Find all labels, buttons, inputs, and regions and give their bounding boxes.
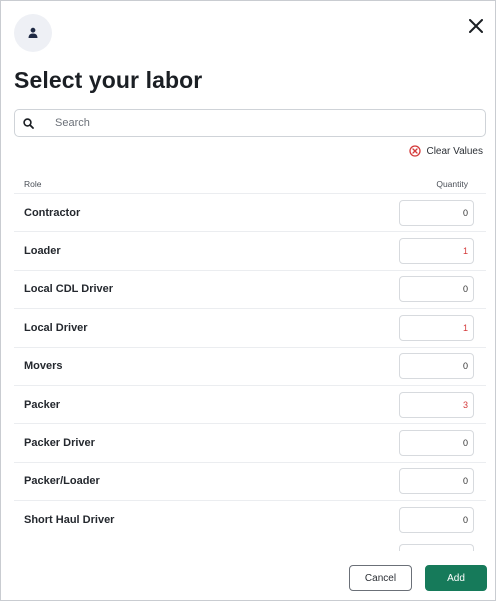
role-label: Loader: [24, 245, 61, 258]
role-label: Short Haul Driver: [24, 513, 115, 526]
quantity-input[interactable]: [399, 276, 474, 303]
table-row: Local Driver: [14, 308, 486, 346]
search-input[interactable]: [53, 116, 457, 130]
quantity-input[interactable]: [399, 353, 474, 380]
close-button[interactable]: [465, 15, 487, 37]
search-icon: [23, 117, 41, 129]
clear-values-label[interactable]: Clear Values: [426, 146, 483, 157]
quantity-input[interactable]: [399, 391, 474, 418]
table-row: Packer: [14, 384, 486, 423]
table-row: Movers: [14, 346, 486, 385]
search-box[interactable]: [14, 109, 486, 137]
quantity-input[interactable]: [399, 314, 474, 341]
table-row: Short Haul Driver: [14, 500, 486, 538]
add-button[interactable]: Add: [425, 565, 487, 591]
clear-circle-icon[interactable]: [409, 145, 422, 157]
cancel-button[interactable]: Cancel: [349, 565, 412, 591]
quantity-input[interactable]: [399, 238, 474, 265]
avatar: [14, 14, 52, 52]
quantity-input[interactable]: [399, 199, 474, 226]
clear-values-button[interactable]: Clear Values: [409, 143, 483, 159]
role-label: Packer Driver: [24, 437, 95, 450]
table-row: Packer Driver: [14, 423, 486, 461]
table-row: Loader: [14, 231, 486, 269]
select-labor-dialog: Select your labor Clear Values Role Quan…: [0, 0, 496, 601]
role-label: Contractor: [24, 206, 81, 219]
quantity-input[interactable]: [399, 430, 474, 457]
table-row: Contractor: [14, 193, 486, 231]
close-icon[interactable]: [469, 19, 483, 33]
table-row: Packer/Loader: [14, 461, 486, 500]
role-label: Movers: [24, 360, 63, 373]
column-header-role: Role: [24, 179, 42, 189]
labor-list: Contractor Loader Local CDL Driver Local…: [14, 193, 486, 539]
table-row: Local CDL Driver: [14, 269, 486, 308]
role-label: Local CDL Driver: [24, 283, 114, 296]
quantity-input[interactable]: [399, 506, 474, 533]
role-label: Local Driver: [24, 321, 88, 334]
dialog-title: Select your labor: [14, 67, 203, 93]
column-header-quantity: Quantity: [436, 179, 468, 189]
quantity-input[interactable]: [399, 468, 474, 495]
dialog-footer: Cancel Add: [1, 551, 495, 600]
role-label: Packer: [24, 398, 61, 411]
person-icon: [28, 27, 38, 38]
role-label: Packer/Loader: [24, 475, 100, 488]
